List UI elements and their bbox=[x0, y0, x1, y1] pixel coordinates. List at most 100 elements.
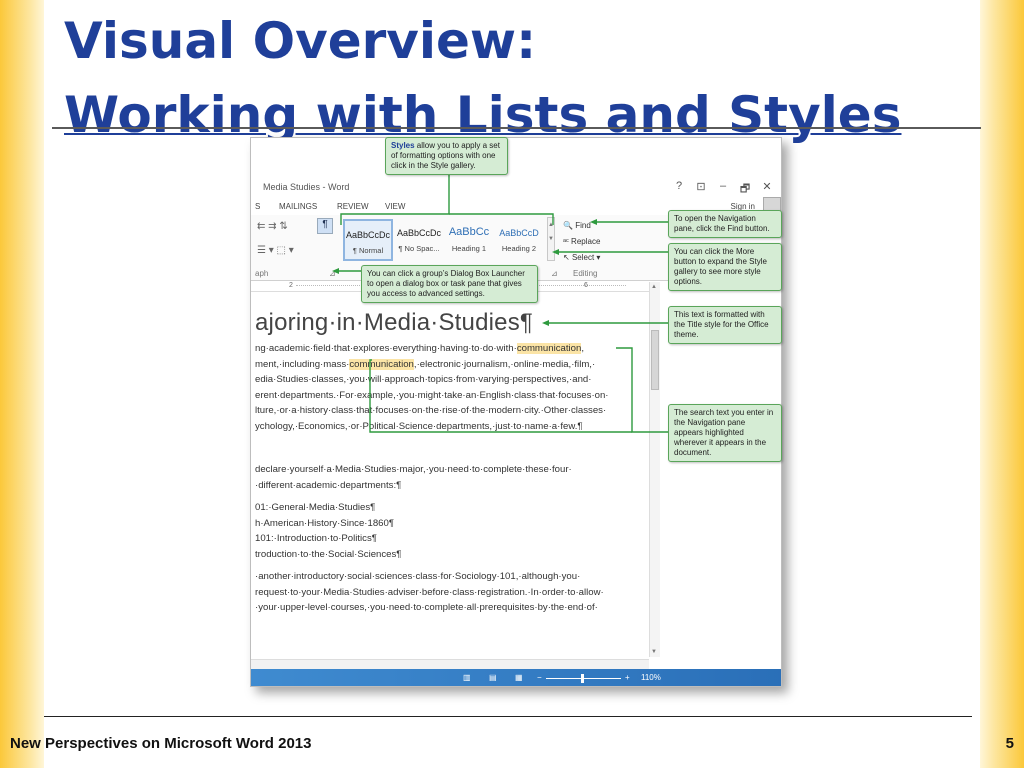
text-line: ·different·academic·departments:¶ bbox=[255, 479, 402, 491]
zoom-slider-knob[interactable] bbox=[581, 674, 584, 683]
footer-divider bbox=[44, 716, 972, 717]
text-line: declare·yourself·a·Media·Studies·major,·… bbox=[255, 464, 572, 475]
dialog-launcher-icon[interactable]: ⊿ bbox=[329, 269, 336, 278]
style-gallery: AaBbCcDc ¶ Normal AaBbCcDc ¶ No Spac... … bbox=[343, 219, 553, 261]
text-line: ment,·including·mass·communication,·elec… bbox=[255, 357, 609, 373]
text-line: ng·academic·field·that·explores·everythi… bbox=[255, 341, 609, 357]
search-highlight: communication bbox=[349, 358, 414, 370]
text-run: erent·departments.·For·example,·you·migh… bbox=[255, 389, 609, 401]
callout-search-highlight: The search text you enter in the Navigat… bbox=[668, 404, 782, 462]
shading-borders-icon[interactable]: ☰ ▾ ⬚ ▾ bbox=[257, 245, 294, 256]
scroll-down-icon[interactable]: ▼ bbox=[651, 649, 657, 655]
slide-title: Visual Overview: Working with Lists and … bbox=[64, 4, 964, 152]
text-run: ,·electronic·journalism,·online·media,·f… bbox=[413, 358, 596, 370]
style-name: Heading 2 bbox=[501, 244, 537, 253]
text-line: ·your·upper-level·courses,·you·need·to·c… bbox=[255, 602, 598, 614]
text-line: 01:·General·Media·Studies¶ bbox=[255, 502, 376, 513]
document-title: ajoring·in·Media·Studies¶ bbox=[255, 309, 534, 336]
page-number: 5 bbox=[1005, 735, 1014, 752]
horizontal-scrollbar[interactable] bbox=[251, 659, 649, 669]
zoom-in-icon[interactable]: + bbox=[625, 673, 630, 682]
replace-label: Replace bbox=[571, 237, 601, 246]
ribbon-display-icon[interactable]: ⊡ bbox=[695, 180, 707, 199]
style-normal[interactable]: AaBbCcDc ¶ Normal bbox=[343, 219, 393, 261]
text-line: edia·Studies·classes,·you·will·approach·… bbox=[255, 372, 609, 388]
print-layout-icon[interactable]: ▤ bbox=[489, 673, 497, 682]
callout-title-style: This text is formatted with the Title st… bbox=[668, 306, 782, 344]
read-mode-icon[interactable]: ▥ bbox=[463, 673, 471, 682]
course-list: 01:·General·Media·Studies¶ h·American·His… bbox=[255, 500, 401, 562]
left-accent-bar bbox=[0, 0, 44, 768]
binoculars-icon: 🔍 bbox=[563, 221, 573, 230]
style-heading-2[interactable]: AaBbCcD Heading 2 bbox=[494, 219, 544, 261]
paragraph-2: declare·yourself·a·Media·Studies·major,·… bbox=[255, 462, 572, 493]
style-name: ¶ Normal bbox=[352, 246, 384, 255]
tab-mailings[interactable]: MAILINGS bbox=[279, 202, 317, 211]
style-name: ¶ No Spac... bbox=[398, 244, 440, 253]
ruler-number: 2 bbox=[289, 282, 293, 289]
select-label: Select bbox=[571, 253, 595, 262]
paragraph-3: ·another·introductory·social·sciences·cl… bbox=[255, 569, 604, 616]
style-name: Heading 1 bbox=[451, 244, 487, 253]
text-line: erent·departments.·For·example,·you·migh… bbox=[255, 388, 609, 404]
find-label: Find bbox=[575, 221, 591, 230]
callout-dialog-launcher: You can click a group’s Dialog Box Launc… bbox=[361, 265, 538, 303]
style-preview: AaBbCc bbox=[448, 226, 490, 238]
vertical-scrollbar[interactable]: ▲ ▼ bbox=[649, 282, 660, 657]
tab-partial[interactable]: S bbox=[255, 202, 260, 211]
window-title: Media Studies - Word bbox=[263, 182, 350, 192]
style-heading-1[interactable]: AaBbCc Heading 1 bbox=[444, 219, 494, 261]
scroll-up-icon[interactable]: ▲ bbox=[651, 284, 657, 290]
style-preview: AaBbCcD bbox=[499, 228, 539, 238]
editing-group: 🔍 Find ᵃᶜ Replace ↖ Select ▾ bbox=[563, 219, 600, 267]
minimize-icon[interactable]: – bbox=[717, 180, 729, 199]
paragraph-tools-icon[interactable]: ⇇ ⇉ ⇅ bbox=[257, 221, 288, 232]
callout-styles: Styles allow you to apply a set of forma… bbox=[385, 137, 508, 175]
restore-icon[interactable]: 🗗 bbox=[739, 180, 751, 199]
text-line: h·American·History·Since·1860¶ bbox=[255, 517, 394, 529]
callout-more-button: You can click the More button to expand … bbox=[668, 243, 782, 291]
help-icon[interactable]: ? bbox=[673, 180, 685, 199]
text-line: ·another·introductory·social·sciences·cl… bbox=[255, 571, 581, 582]
paragraph-1: ng·academic·field·that·explores·everythi… bbox=[255, 341, 609, 435]
tab-review[interactable]: REVIEW bbox=[337, 202, 369, 211]
style-preview: AaBbCcDc bbox=[345, 230, 390, 240]
word-titlebar: Media Studies - Word ? ⊡ – 🗗 ✕ bbox=[251, 179, 781, 195]
replace-button[interactable]: ᵃᶜ Replace bbox=[563, 235, 600, 251]
text-run: edia·Studies·classes,·you·will·approach·… bbox=[255, 374, 592, 386]
scrollbar-thumb[interactable] bbox=[651, 330, 659, 390]
callout-styles-keyword: Styles bbox=[391, 141, 415, 150]
text-run: ment,·including·mass· bbox=[255, 358, 350, 370]
paragraph-group-label: aph bbox=[255, 269, 269, 278]
select-button[interactable]: ↖ Select ▾ bbox=[563, 251, 600, 267]
callout-find: To open the Navigation pane, click the F… bbox=[668, 210, 782, 238]
window-controls: ? ⊡ – 🗗 ✕ bbox=[673, 180, 773, 199]
style-preview: AaBbCcDc bbox=[396, 228, 441, 238]
document-page[interactable]: ajoring·in·Media·Studies¶ ng·academic·fi… bbox=[251, 296, 649, 646]
text-line: lture,·or·a·history·class·that·focuses·o… bbox=[255, 403, 609, 419]
text-run: ychology,·Economics,·or·Political·Scienc… bbox=[255, 420, 583, 432]
replace-icon: ᵃᶜ bbox=[563, 237, 569, 246]
footer-text: New Perspectives on Microsoft Word 2013 bbox=[10, 735, 312, 752]
editing-group-label: Editing bbox=[573, 269, 598, 278]
ruler-number: 6 bbox=[584, 282, 588, 289]
style-gallery-more-button[interactable]: ▲ ▼ bbox=[547, 217, 555, 261]
title-divider bbox=[52, 127, 981, 129]
find-button[interactable]: 🔍 Find bbox=[563, 219, 600, 235]
slide-title-line-1: Visual Overview: bbox=[64, 12, 537, 70]
cursor-icon: ↖ bbox=[563, 253, 570, 262]
text-run: , bbox=[581, 343, 585, 354]
text-line: ychology,·Economics,·or·Political·Scienc… bbox=[255, 419, 609, 435]
style-no-spacing[interactable]: AaBbCcDc ¶ No Spac... bbox=[394, 219, 444, 261]
status-bar: ▥ ▤ ▦ − + 110% bbox=[251, 669, 781, 686]
text-run: lture,·or·a·history·class·that·focuses·o… bbox=[255, 405, 607, 417]
text-run: ng·academic·field·that·explores·everythi… bbox=[255, 343, 517, 354]
styles-dialog-launcher-icon[interactable]: ⊿ bbox=[551, 269, 558, 278]
web-layout-icon[interactable]: ▦ bbox=[515, 673, 523, 682]
text-line: 101:·Introduction·to·Politics¶ bbox=[255, 533, 377, 545]
tab-view[interactable]: VIEW bbox=[385, 202, 405, 211]
search-highlight: communication bbox=[516, 343, 582, 354]
zoom-level[interactable]: 110% bbox=[641, 673, 661, 682]
zoom-out-icon[interactable]: − bbox=[537, 673, 542, 682]
show-hide-pilcrow-button[interactable]: ¶ bbox=[317, 218, 333, 234]
